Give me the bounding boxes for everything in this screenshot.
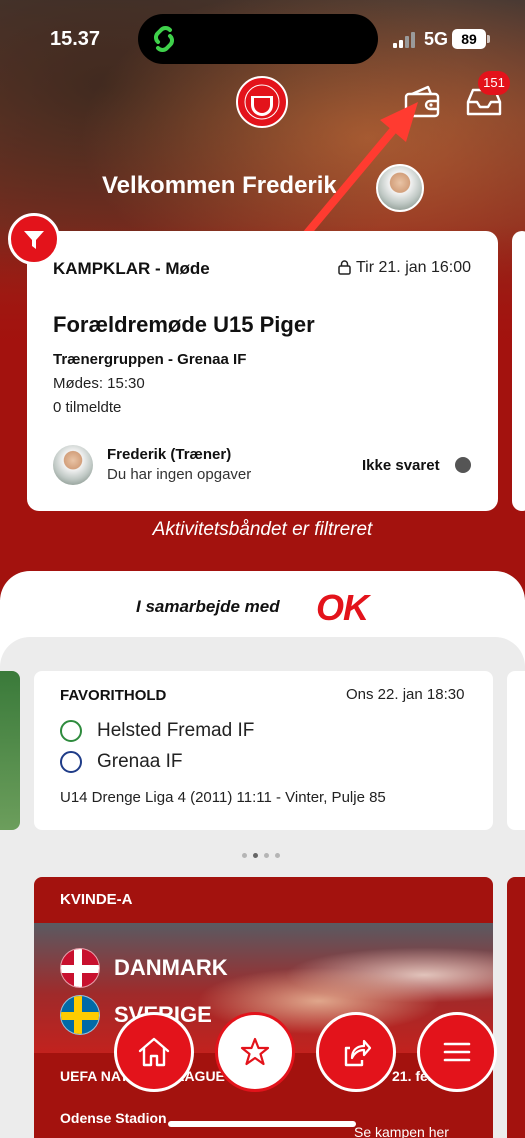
activity-title: Forældremøde U15 Piger (53, 312, 315, 337)
carousel-indicator (242, 845, 286, 858)
activity-meeting-time: Mødes: 15:30 (53, 375, 145, 392)
menu-icon (443, 1042, 471, 1062)
sweden-flag-icon (60, 995, 100, 1035)
next-activity-card[interactable] (512, 231, 525, 511)
home-button[interactable] (114, 1012, 194, 1092)
national-team-label: KVINDE-A (60, 891, 133, 908)
menu-button[interactable] (417, 1012, 497, 1092)
response-status-dot[interactable] (455, 457, 471, 473)
filter-note: Aktivitetsbåndet er filtreret (152, 519, 373, 540)
home-team-crest-icon (60, 720, 82, 742)
away-team-crest-icon (60, 751, 82, 773)
coach-name: Frederik (Træner) (107, 446, 232, 463)
share-button[interactable] (316, 1012, 396, 1092)
filter-icon (24, 231, 44, 249)
activity-date: Tir 21. jan 16:00 (356, 259, 472, 276)
carousel-dot (275, 853, 280, 858)
next-match-card[interactable] (507, 671, 525, 830)
away-team: Grenaa IF (97, 751, 183, 772)
home-team: Helsted Fremad IF (97, 720, 255, 741)
notification-badge: 151 (478, 71, 510, 95)
share-icon (344, 1039, 372, 1067)
filter-button[interactable] (8, 213, 60, 265)
favorites-button[interactable] (215, 1012, 295, 1092)
match-league: U14 Drenge Liga 4 (2011) 11:11 - Vinter,… (60, 789, 386, 806)
match-date: Ons 22. jan 18:30 (346, 686, 465, 703)
activity-type: KAMPKLAR - Møde (53, 259, 210, 278)
national-stadium: Odense Stadion (60, 1110, 167, 1126)
home-icon (138, 1037, 170, 1067)
carousel-dot (264, 853, 269, 858)
battery-level: 89 (452, 29, 486, 49)
home-indicator[interactable] (168, 1121, 356, 1127)
lock-icon (338, 260, 351, 275)
battery-tip (487, 35, 490, 43)
carousel-dot (242, 853, 247, 858)
activity-card[interactable]: KAMPKLAR - Møde Tir 21. jan 16:00 Foræld… (27, 231, 498, 511)
network-type: 5G (424, 29, 449, 49)
activity-group: Trænergruppen - Grenaa IF (53, 351, 247, 368)
denmark-flag-icon (60, 948, 100, 988)
previous-match-card[interactable] (0, 671, 20, 830)
watch-match-link[interactable]: Se kampen her (354, 1124, 449, 1138)
ok-logo[interactable]: OK (316, 587, 369, 629)
coach-avatar (53, 445, 93, 485)
carousel-dot-active (253, 853, 258, 858)
team-denmark: DANMARK (114, 955, 228, 980)
match-label: FAVORITHOLD (60, 687, 167, 704)
national-team-card[interactable]: KVINDE-A DANMARK SVERIGE UEFA NATIONS LE… (34, 877, 493, 1138)
star-icon (240, 1037, 270, 1066)
response-status[interactable]: Ikke svaret (362, 457, 440, 474)
activity-registered: 0 tilmeldte (53, 399, 122, 416)
match-card[interactable]: FAVORITHOLD Ons 22. jan 18:30 Helsted Fr… (34, 671, 493, 830)
status-time: 15.37 (50, 28, 101, 50)
coach-tasks: Du har ingen opgaver (107, 466, 252, 483)
next-national-card[interactable] (507, 877, 525, 1138)
signal-icon (393, 32, 415, 48)
sponsor-text: I samarbejde med (136, 597, 280, 616)
link-icon (154, 26, 174, 52)
